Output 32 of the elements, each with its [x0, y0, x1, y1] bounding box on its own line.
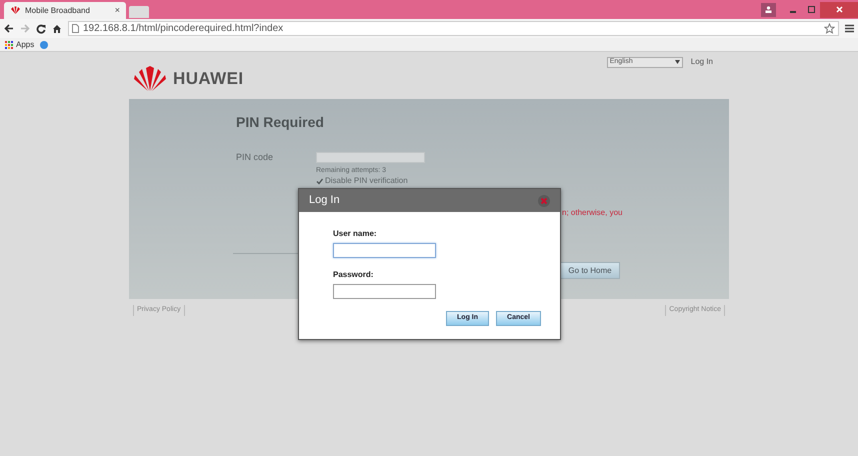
reload-icon[interactable] [36, 24, 46, 34]
page-icon [72, 24, 79, 33]
dialog-title: Log In [309, 193, 340, 208]
address-bar[interactable]: 192.168.8.1/html/pincoderequired.html?index [68, 21, 839, 36]
url-text: 192.168.8.1/html/pincoderequired.html?index [83, 22, 284, 36]
browser-tab[interactable]: Mobile Broadband × [4, 2, 126, 19]
caret-icon [674, 60, 680, 64]
panel-title: PIN Required [236, 113, 325, 132]
bookmark-icon[interactable] [40, 40, 48, 48]
home-icon[interactable] [52, 24, 62, 34]
warning-text: n; otherwise, you [562, 207, 624, 219]
close-icon[interactable]: × [114, 4, 120, 18]
pin-field[interactable] [316, 152, 425, 164]
back-icon[interactable] [4, 24, 14, 33]
huawei-logo: HUAWEI [133, 66, 244, 92]
flower-icon [10, 6, 21, 15]
user-icon[interactable] [761, 2, 776, 16]
menu-icon[interactable] [845, 24, 854, 33]
close-window-icon[interactable] [820, 2, 858, 18]
go-home-button[interactable]: Go to Home [560, 262, 620, 279]
checkbox[interactable] [316, 178, 323, 184]
pin-label: PIN code [236, 151, 274, 164]
field-label: Password: [333, 269, 374, 281]
tab-title: Mobile Broadband [25, 4, 90, 16]
input-field[interactable] [333, 284, 436, 299]
grid-icon [5, 40, 13, 48]
input-field[interactable] [333, 243, 436, 258]
field-label: User name: [333, 228, 378, 240]
apps-bookmark[interactable]: Apps [5, 38, 34, 50]
star-icon[interactable] [824, 23, 835, 34]
login-link[interactable]: Log In [690, 56, 713, 68]
checkbox-label: Disable PIN verification [325, 177, 408, 185]
